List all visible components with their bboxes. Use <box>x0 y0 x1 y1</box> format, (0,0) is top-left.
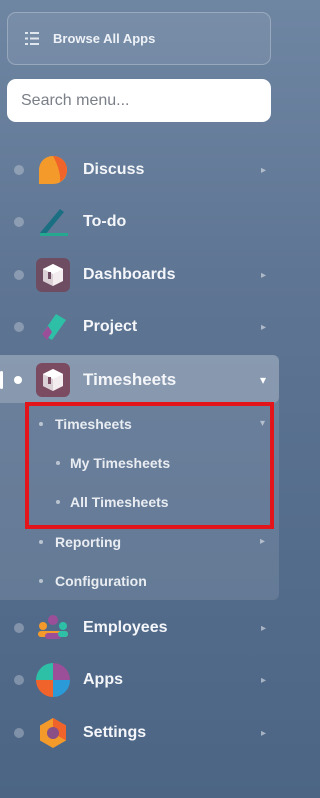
chevron-right-icon: ▸ <box>260 622 266 634</box>
sidebar-item-apps[interactable]: Apps ▸ <box>0 658 285 702</box>
chevron-right-icon: ▸ <box>260 321 266 333</box>
sidebar-item-project[interactable]: Project ▸ <box>0 305 285 349</box>
dashboards-icon <box>36 258 70 292</box>
status-dot <box>14 675 24 685</box>
search-menu-input[interactable] <box>7 79 271 122</box>
chevron-right-icon: ▸ <box>260 674 266 686</box>
bullet-icon <box>39 540 43 544</box>
sidebar-item-label: To-do <box>83 213 127 230</box>
chevron-down-icon: ▾ <box>259 373 266 387</box>
sidebar-item-label: Apps <box>83 671 123 688</box>
sidebar-item-label: Dashboards <box>83 266 176 283</box>
chevron-right-icon: ▸ <box>259 536 265 547</box>
sidebar-item-label: Settings <box>83 724 147 741</box>
browse-all-apps-button[interactable]: Browse All Apps <box>7 12 271 65</box>
submenu-item-configuration[interactable]: Configuration <box>55 573 147 589</box>
browse-all-apps-label: Browse All Apps <box>53 31 156 46</box>
status-dot <box>14 322 24 332</box>
apps-icon <box>36 663 70 697</box>
sidebar-item-employees[interactable]: Employees ▸ <box>0 606 285 650</box>
timesheets-icon <box>36 363 70 397</box>
sidebar-item-timesheets[interactable]: Timesheets ▾ <box>0 358 285 402</box>
chevron-right-icon: ▸ <box>260 269 266 281</box>
sidebar-item-todo[interactable]: To-do <box>0 200 285 244</box>
todo-icon <box>40 209 68 236</box>
chevron-right-icon: ▸ <box>260 164 266 176</box>
highlight-box <box>25 402 274 529</box>
chevron-right-icon: ▸ <box>260 727 266 739</box>
sidebar-item-label: Employees <box>83 619 168 636</box>
employees-icon <box>38 615 68 639</box>
status-dot <box>14 270 24 280</box>
settings-icon <box>40 718 66 748</box>
sidebar-item-discuss[interactable]: Discuss ▸ <box>0 148 285 192</box>
sidebar-item-label: Project <box>83 318 138 335</box>
status-dot <box>14 165 24 175</box>
bullet-icon <box>39 579 43 583</box>
project-icon <box>42 314 66 340</box>
status-dot <box>14 217 24 227</box>
status-dot <box>14 623 24 633</box>
sidebar-item-label: Timesheets <box>83 370 177 389</box>
menu-list-icon <box>25 32 39 45</box>
active-status-dot <box>14 376 22 384</box>
sidebar-item-label: Discuss <box>83 161 145 178</box>
sidebar-item-dashboards[interactable]: Dashboards ▸ <box>0 253 285 297</box>
submenu-item-reporting[interactable]: Reporting <box>55 534 121 550</box>
discuss-icon <box>39 156 67 184</box>
sidebar-item-settings[interactable]: Settings ▸ <box>0 711 285 755</box>
status-dot <box>14 728 24 738</box>
